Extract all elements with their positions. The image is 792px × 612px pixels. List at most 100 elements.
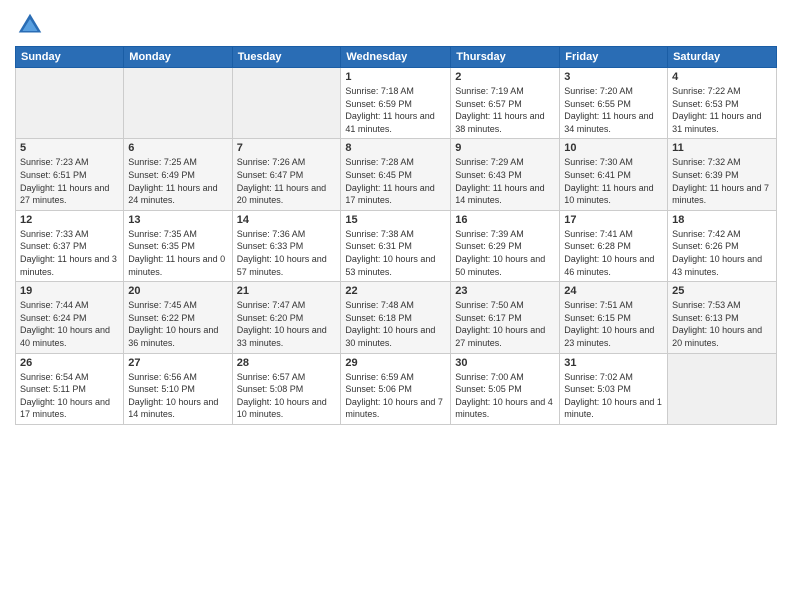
day-number: 1 [345, 71, 446, 83]
day-number: 28 [237, 357, 337, 369]
day-info: Sunrise: 6:54 AMSunset: 5:11 PMDaylight:… [20, 371, 119, 421]
calendar-header-row: SundayMondayTuesdayWednesdayThursdayFrid… [16, 47, 777, 68]
day-number: 31 [564, 357, 663, 369]
calendar-cell: 22Sunrise: 7:48 AMSunset: 6:18 PMDayligh… [341, 282, 451, 353]
day-number: 10 [564, 142, 663, 154]
calendar-cell: 10Sunrise: 7:30 AMSunset: 6:41 PMDayligh… [560, 139, 668, 210]
day-info: Sunrise: 7:38 AMSunset: 6:31 PMDaylight:… [345, 228, 446, 278]
day-info: Sunrise: 7:51 AMSunset: 6:15 PMDaylight:… [564, 299, 663, 349]
calendar-cell: 25 Sunrise: 7:53 AMSunset: 6:13 PMDayligh… [668, 282, 777, 353]
day-number: 14 [237, 214, 337, 226]
calendar-cell: 14 Sunrise: 7:36 AMSunset: 6:33 PMDayligh… [232, 210, 341, 281]
calendar-cell [668, 353, 777, 424]
weekday-header-thursday: Thursday [451, 47, 560, 68]
calendar-cell: 30 Sunrise: 7:00 AMSunset: 5:05 PMDayligh… [451, 353, 560, 424]
day-number: 24 [564, 285, 663, 297]
calendar-cell: 9 Sunrise: 7:29 AMSunset: 6:43 PMDaylight… [451, 139, 560, 210]
calendar-cell: 13 Sunrise: 7:35 AMSunset: 6:35 PMDayligh… [124, 210, 232, 281]
day-number: 6 [128, 142, 227, 154]
calendar-cell: 4Sunrise: 7:22 AMSunset: 6:53 PMDaylight… [668, 68, 777, 139]
day-number: 29 [345, 357, 446, 369]
logo-icon [15, 10, 45, 40]
page: SundayMondayTuesdayWednesdayThursdayFrid… [0, 0, 792, 612]
day-info: Sunrise: 7:32 AMSunset: 6:39 PMDaylight:… [672, 156, 772, 206]
header [15, 10, 777, 40]
day-info: Sunrise: 7:18 AMSunset: 6:59 PMDaylight:… [345, 85, 446, 135]
day-number: 5 [20, 142, 119, 154]
calendar-week-row: 26 Sunrise: 6:54 AMSunset: 5:11 PMDayligh… [16, 353, 777, 424]
calendar-table: SundayMondayTuesdayWednesdayThursdayFrid… [15, 46, 777, 425]
calendar-cell: 20 Sunrise: 7:45 AMSunset: 6:22 PMDayligh… [124, 282, 232, 353]
calendar-cell: 5 Sunrise: 7:23 AMSunset: 6:51 PMDaylight… [16, 139, 124, 210]
calendar-cell: 6 Sunrise: 7:25 AMSunset: 6:49 PMDaylight… [124, 139, 232, 210]
weekday-header-friday: Friday [560, 47, 668, 68]
calendar-cell: 16Sunrise: 7:39 AMSunset: 6:29 PMDayligh… [451, 210, 560, 281]
day-number: 30 [455, 357, 555, 369]
day-info: Sunrise: 7:42 AMSunset: 6:26 PMDaylight:… [672, 228, 772, 278]
day-number: 21 [237, 285, 337, 297]
day-info: Sunrise: 7:19 AMSunset: 6:57 PMDaylight:… [455, 85, 555, 135]
day-info: Sunrise: 7:29 AMSunset: 6:43 PMDaylight:… [455, 156, 555, 206]
day-number: 22 [345, 285, 446, 297]
calendar-cell: 2 Sunrise: 7:19 AMSunset: 6:57 PMDaylight… [451, 68, 560, 139]
day-info: Sunrise: 7:50 AMSunset: 6:17 PMDaylight:… [455, 299, 555, 349]
day-number: 25 [672, 285, 772, 297]
day-number: 26 [20, 357, 119, 369]
day-info: Sunrise: 7:25 AMSunset: 6:49 PMDaylight:… [128, 156, 227, 206]
calendar-cell: 11 Sunrise: 7:32 AMSunset: 6:39 PMDayligh… [668, 139, 777, 210]
calendar-week-row: 1 Sunrise: 7:18 AMSunset: 6:59 PMDaylight… [16, 68, 777, 139]
day-info: Sunrise: 7:36 AMSunset: 6:33 PMDaylight:… [237, 228, 337, 278]
calendar-cell: 21 Sunrise: 7:47 AMSunset: 6:20 PMDayligh… [232, 282, 341, 353]
calendar-cell: 28 Sunrise: 6:57 AMSunset: 5:08 PMDayligh… [232, 353, 341, 424]
day-info: Sunrise: 7:47 AMSunset: 6:20 PMDaylight:… [237, 299, 337, 349]
calendar-cell [124, 68, 232, 139]
calendar-cell: 19Sunrise: 7:44 AMSunset: 6:24 PMDayligh… [16, 282, 124, 353]
day-number: 3 [564, 71, 663, 83]
day-info: Sunrise: 7:26 AMSunset: 6:47 PMDaylight:… [237, 156, 337, 206]
calendar-cell: 7 Sunrise: 7:26 AMSunset: 6:47 PMDaylight… [232, 139, 341, 210]
weekday-header-monday: Monday [124, 47, 232, 68]
calendar-cell: 17 Sunrise: 7:41 AMSunset: 6:28 PMDayligh… [560, 210, 668, 281]
calendar-week-row: 5 Sunrise: 7:23 AMSunset: 6:51 PMDaylight… [16, 139, 777, 210]
day-number: 17 [564, 214, 663, 226]
day-info: Sunrise: 7:00 AMSunset: 5:05 PMDaylight:… [455, 371, 555, 421]
calendar-cell: 29 Sunrise: 6:59 AMSunset: 5:06 PMDayligh… [341, 353, 451, 424]
day-info: Sunrise: 7:45 AMSunset: 6:22 PMDaylight:… [128, 299, 227, 349]
day-number: 11 [672, 142, 772, 154]
calendar-cell: 8Sunrise: 7:28 AMSunset: 6:45 PMDaylight… [341, 139, 451, 210]
calendar-cell [232, 68, 341, 139]
day-number: 13 [128, 214, 227, 226]
day-number: 2 [455, 71, 555, 83]
day-info: Sunrise: 6:59 AMSunset: 5:06 PMDaylight:… [345, 371, 446, 421]
calendar-cell: 12Sunrise: 7:33 AMSunset: 6:37 PMDayligh… [16, 210, 124, 281]
day-number: 16 [455, 214, 555, 226]
day-info: Sunrise: 7:23 AMSunset: 6:51 PMDaylight:… [20, 156, 119, 206]
day-info: Sunrise: 7:02 AMSunset: 5:03 PMDaylight:… [564, 371, 663, 421]
day-info: Sunrise: 7:35 AMSunset: 6:35 PMDaylight:… [128, 228, 227, 278]
day-number: 9 [455, 142, 555, 154]
calendar-cell: 23 Sunrise: 7:50 AMSunset: 6:17 PMDayligh… [451, 282, 560, 353]
calendar-cell: 26 Sunrise: 6:54 AMSunset: 5:11 PMDayligh… [16, 353, 124, 424]
calendar-cell: 1 Sunrise: 7:18 AMSunset: 6:59 PMDaylight… [341, 68, 451, 139]
day-info: Sunrise: 7:41 AMSunset: 6:28 PMDaylight:… [564, 228, 663, 278]
calendar-cell: 18 Sunrise: 7:42 AMSunset: 6:26 PMDayligh… [668, 210, 777, 281]
calendar-cell: 31 Sunrise: 7:02 AMSunset: 5:03 PMDayligh… [560, 353, 668, 424]
calendar-cell: 15Sunrise: 7:38 AMSunset: 6:31 PMDayligh… [341, 210, 451, 281]
day-number: 18 [672, 214, 772, 226]
logo [15, 10, 49, 40]
weekday-header-sunday: Sunday [16, 47, 124, 68]
calendar-week-row: 12Sunrise: 7:33 AMSunset: 6:37 PMDayligh… [16, 210, 777, 281]
day-number: 4 [672, 71, 772, 83]
day-number: 27 [128, 357, 227, 369]
day-number: 23 [455, 285, 555, 297]
day-number: 20 [128, 285, 227, 297]
weekday-header-tuesday: Tuesday [232, 47, 341, 68]
day-info: Sunrise: 6:57 AMSunset: 5:08 PMDaylight:… [237, 371, 337, 421]
day-info: Sunrise: 7:53 AMSunset: 6:13 PMDaylight:… [672, 299, 772, 349]
calendar-week-row: 19Sunrise: 7:44 AMSunset: 6:24 PMDayligh… [16, 282, 777, 353]
day-number: 12 [20, 214, 119, 226]
day-number: 7 [237, 142, 337, 154]
day-number: 8 [345, 142, 446, 154]
calendar-cell: 3Sunrise: 7:20 AMSunset: 6:55 PMDaylight… [560, 68, 668, 139]
calendar-cell [16, 68, 124, 139]
